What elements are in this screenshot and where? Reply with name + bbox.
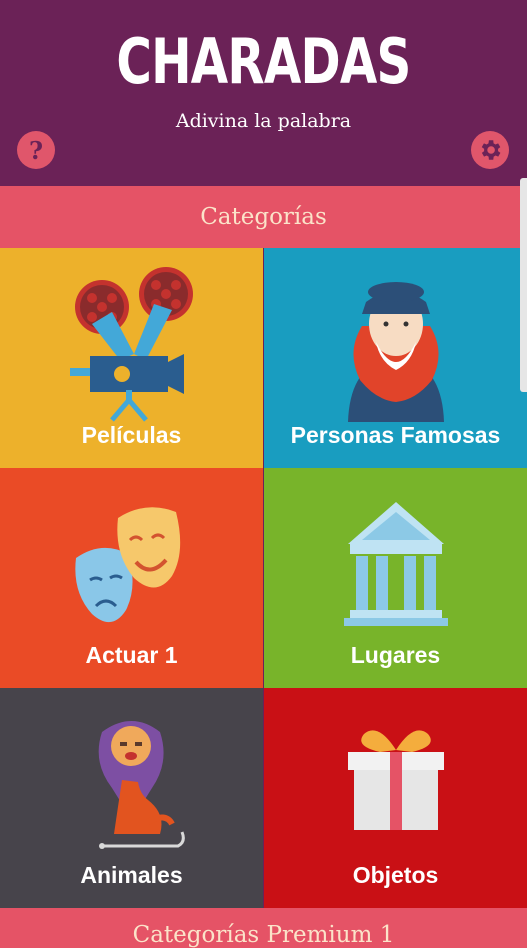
app-subtitle: Adivina la palabra [175, 110, 352, 132]
scrollbar[interactable] [520, 178, 527, 392]
question-icon: ? [28, 135, 44, 165]
tile-lugares[interactable]: Lugares [264, 468, 527, 688]
tile-label: Películas [81, 422, 182, 448]
tile-personas-famosas[interactable]: Personas Famosas [264, 248, 527, 468]
settings-button[interactable] [471, 131, 509, 169]
tile-label: Lugares [350, 642, 441, 668]
tile-animales[interactable]: Animales [0, 688, 263, 908]
tile-actuar-1[interactable]: Actuar 1 [0, 468, 263, 688]
gear-icon [481, 140, 501, 160]
categories-header: Categorías [0, 186, 527, 248]
app-header: CHARADAS Adivina la palabra ? [0, 0, 527, 186]
tile-label: Objetos [352, 862, 439, 888]
tile-objetos[interactable]: Objetos [264, 688, 527, 908]
help-button[interactable]: ? [17, 131, 55, 169]
tile-label: Actuar 1 [85, 642, 178, 668]
premium-categories-header[interactable]: Categorías Premium 1 [0, 908, 527, 948]
gift-icon [264, 702, 527, 862]
famous-person-icon [264, 262, 527, 422]
tile-peliculas[interactable]: Películas [0, 248, 263, 468]
app-title: CHARADAS [116, 25, 411, 98]
theater-masks-icon [0, 482, 263, 642]
film-camera-icon [0, 262, 263, 422]
tile-label: Animales [80, 862, 183, 888]
category-grid: Películas Personas Famosas Actuar 1 Luga… [0, 248, 527, 908]
tile-label: Personas Famosas [290, 422, 501, 448]
lion-icon [0, 702, 263, 862]
temple-icon [264, 482, 527, 642]
